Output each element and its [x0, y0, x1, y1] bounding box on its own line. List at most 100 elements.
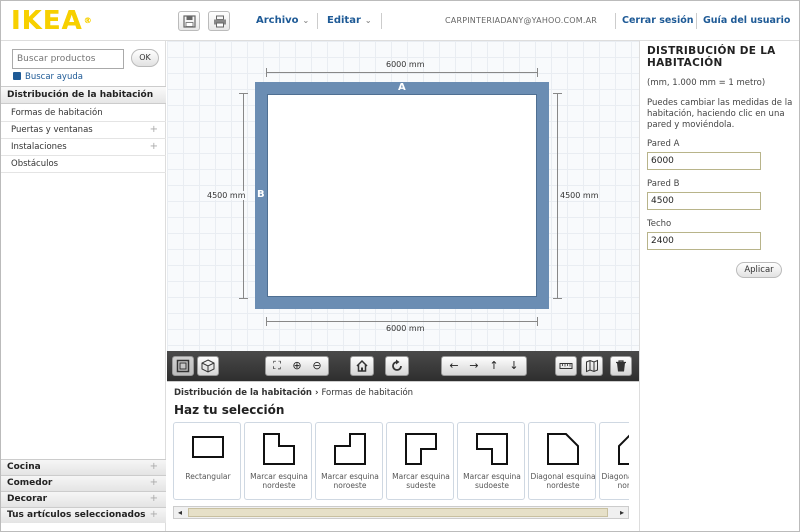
notch-southeast-icon	[405, 433, 437, 465]
zoom-fit-icon[interactable]: ⛶	[267, 357, 287, 375]
zoom-group: ⛶ ⊕ ⊖	[265, 356, 329, 376]
search-ok-button[interactable]: OK	[131, 49, 159, 67]
menu-divider	[615, 13, 616, 29]
tile-label: Marcar esquina nordeste	[250, 472, 308, 490]
scroll-right-icon[interactable]: ▸	[616, 507, 628, 518]
wall-b-field-label: Pared B	[647, 179, 680, 189]
sidebar-item-label: Puertas y ventanas	[11, 125, 93, 135]
right-dimension-line	[557, 93, 558, 299]
shape-tile-diagonal-northeast[interactable]: Diagonal esquina nordeste	[528, 422, 596, 500]
search-input[interactable]	[12, 49, 124, 69]
tile-label: Rectangular	[185, 472, 231, 481]
wall-a-label: A	[398, 82, 406, 93]
shape-selection-panel: Distribución de la habitación › Formas d…	[167, 381, 639, 523]
logo-text: IKEA	[11, 6, 83, 36]
zoom-out-icon[interactable]: ⊖	[307, 357, 327, 375]
logout-link[interactable]: Cerrar sesión	[622, 15, 694, 26]
measure-button[interactable]	[555, 356, 577, 376]
shape-tile-southwest-corner[interactable]: Marcar esquina sudoeste	[457, 422, 525, 500]
sidebar-section-decorate[interactable]: Decorar +	[1, 491, 166, 507]
help-link[interactable]: Buscar ayuda	[13, 72, 83, 82]
user-guide-link[interactable]: Guía del usuario	[703, 15, 790, 26]
section-room-layout[interactable]: Distribución de la habitación	[1, 86, 166, 104]
menu-archivo[interactable]: Archivo ⌄	[256, 15, 309, 26]
units-note: (mm, 1.000 mm = 1 metro)	[647, 78, 766, 88]
tile-label: Marcar esquina noroeste	[321, 472, 379, 490]
diagonal-northeast-icon	[547, 433, 579, 465]
shape-tile-northwest-corner[interactable]: Marcar esquina noroeste	[315, 422, 383, 500]
3d-view-button[interactable]	[197, 356, 219, 376]
sidebar-item-room-shapes[interactable]: Formas de habitación	[1, 105, 166, 122]
bottom-dimension-label: 6000 mm	[386, 324, 425, 333]
2d-view-button[interactable]	[172, 356, 194, 376]
sidebar-item-obstacles[interactable]: Obstáculos	[1, 156, 166, 173]
dimension-tick	[239, 298, 248, 299]
rectangle-shape-icon	[192, 436, 224, 458]
home-view-button[interactable]	[350, 356, 374, 376]
arrow-left-icon[interactable]: ←	[444, 357, 464, 375]
scrollbar-thumb[interactable]	[188, 508, 608, 517]
breadcrumb-separator: ›	[314, 388, 319, 398]
sidebar-item-label: Formas de habitación	[11, 108, 103, 118]
left-panel: OK Buscar ayuda Distribución de la habit…	[1, 41, 166, 531]
arrow-up-icon[interactable]: ↑	[484, 357, 504, 375]
print-button[interactable]	[208, 11, 230, 31]
shape-tile-northeast-corner[interactable]: Marcar esquina nordeste	[244, 422, 312, 500]
logo-registered-mark: ®	[83, 16, 93, 25]
menu-editar[interactable]: Editar ⌄	[327, 15, 372, 26]
catalog-button[interactable]	[581, 356, 603, 376]
sidebar-item-doors-windows[interactable]: Puertas y ventanas +	[1, 122, 166, 139]
zoom-in-icon[interactable]: ⊕	[287, 357, 307, 375]
top-dimension-label: 6000 mm	[386, 60, 425, 69]
header: IKEA® Archivo ⌄ Editar ⌄ CARPINTERIADANY@Y…	[1, 1, 799, 41]
room-walls[interactable]: A B	[255, 82, 549, 309]
ikea-logo[interactable]: IKEA®	[11, 8, 93, 34]
selection-title: Haz tu selección	[174, 403, 285, 417]
pan-group: ← → ↑ ↓	[441, 356, 527, 376]
wall-b-label: B	[257, 189, 265, 200]
wall-a-input[interactable]	[647, 152, 761, 170]
dimension-tick	[266, 317, 267, 326]
sidebar-section-kitchen[interactable]: Cocina +	[1, 459, 166, 475]
shape-tile-diagonal-northwest[interactable]: Diagonal esquina noroeste	[599, 422, 629, 500]
dimension-tick	[553, 298, 562, 299]
sidebar-section-label: Comedor	[7, 478, 53, 488]
dimension-tick	[553, 93, 562, 94]
arrow-right-icon[interactable]: →	[464, 357, 484, 375]
ceiling-field-label: Techo	[647, 219, 672, 229]
scroll-left-icon[interactable]: ◂	[174, 507, 186, 518]
rotate-button[interactable]	[385, 356, 409, 376]
trash-icon	[616, 360, 626, 372]
shape-tiles: Rectangular Marcar esquina nordeste Marc…	[173, 422, 629, 502]
expand-plus-icon: +	[149, 124, 158, 135]
instructions-text: Puedes cambiar las medidas de la habitac…	[647, 98, 793, 130]
menu-editar-label: Editar	[327, 15, 361, 26]
save-button[interactable]	[178, 11, 200, 31]
dimension-tick	[239, 93, 248, 94]
sidebar-item-label: Instalaciones	[11, 142, 67, 152]
properties-title: DISTRIBUCIÓN DE LA HABITACIÓN	[647, 45, 776, 69]
shape-tile-southeast-corner[interactable]: Marcar esquina sudeste	[386, 422, 454, 500]
expand-plus-icon: +	[149, 509, 158, 520]
expand-plus-icon: +	[149, 461, 158, 472]
dimension-tick	[266, 68, 267, 77]
diagonal-northwest-icon	[618, 434, 629, 465]
wall-b-input[interactable]	[647, 192, 761, 210]
arrow-down-icon[interactable]: ↓	[504, 357, 524, 375]
sidebar-item-installations[interactable]: Instalaciones +	[1, 139, 166, 156]
2d-view-icon	[176, 359, 190, 373]
shape-tile-rectangular[interactable]: Rectangular	[173, 422, 241, 500]
delete-button[interactable]	[610, 356, 632, 376]
help-link-label: Buscar ayuda	[25, 72, 83, 82]
ceiling-input[interactable]	[647, 232, 761, 250]
tiles-scrollbar[interactable]: ◂ ▸	[173, 506, 629, 519]
floor-plan-canvas[interactable]: 6000 mm 6000 mm 4500 mm 4500 mm A B	[167, 41, 639, 351]
menu-divider	[696, 13, 697, 29]
view-toolbar: ⛶ ⊕ ⊖ ← → ↑ ↓	[167, 351, 639, 381]
breadcrumb-parent[interactable]: Distribución de la habitación	[174, 388, 312, 398]
apply-button[interactable]: Aplicar	[736, 262, 782, 278]
sidebar-section-dining[interactable]: Comedor +	[1, 475, 166, 491]
sidebar-section-selected-items[interactable]: Tus artículos seleccionados +	[1, 507, 166, 523]
printer-icon	[214, 15, 226, 28]
menu-divider	[317, 13, 318, 29]
